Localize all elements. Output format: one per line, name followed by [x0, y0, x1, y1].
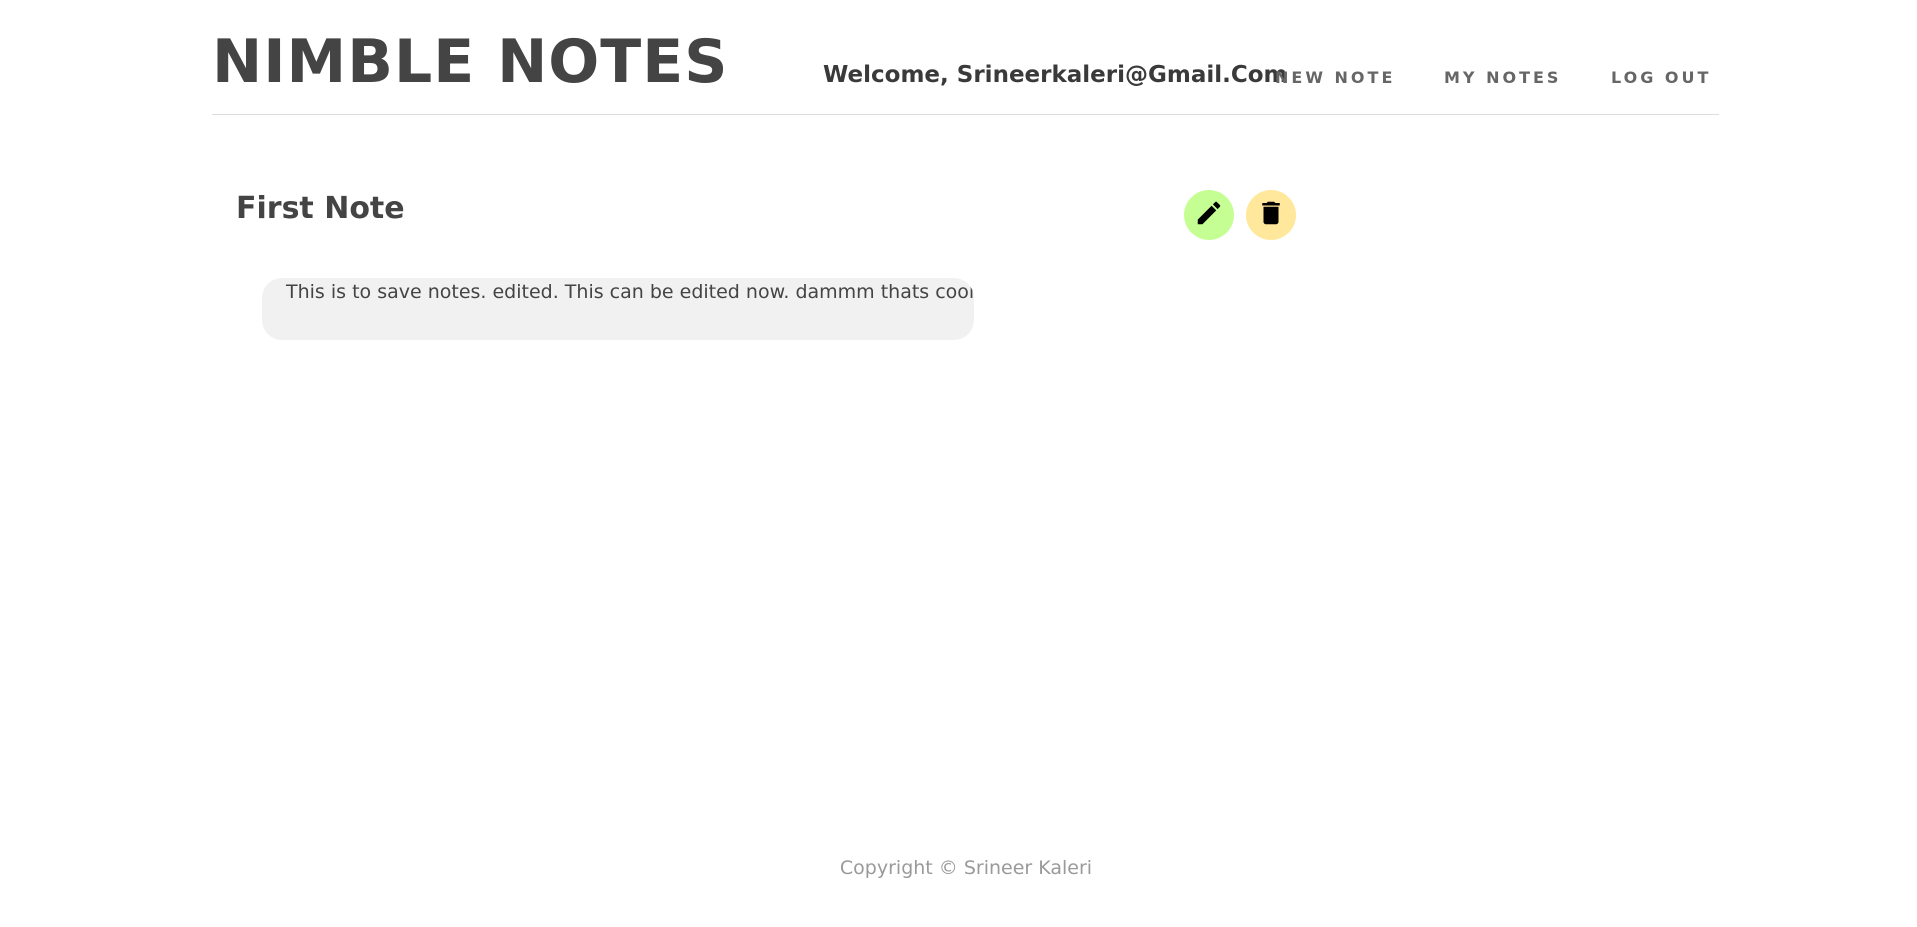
site-header: NIMBLE NOTES Welcome, Srineerkaleri@Gmai… — [212, 0, 1719, 115]
page: NIMBLE NOTES Welcome, Srineerkaleri@Gmai… — [0, 0, 1917, 927]
brand-logo[interactable]: NIMBLE NOTES — [212, 26, 728, 98]
nav-log-out[interactable]: LOG OUT — [1611, 68, 1711, 88]
note-title: First Note — [236, 191, 405, 226]
edit-note-button[interactable] — [1184, 190, 1234, 240]
nav-new-note[interactable]: NEW NOTE — [1275, 68, 1395, 88]
pencil-icon — [1194, 198, 1224, 232]
welcome-message: Welcome, Srineerkaleri@Gmail.Com — [823, 62, 1288, 88]
footer-copyright: Copyright © Srineer Kaleri — [839, 857, 1093, 879]
note-body: This is to save notes. edited. This can … — [262, 278, 974, 340]
trash-icon — [1256, 198, 1286, 232]
nav-my-notes[interactable]: MY NOTES — [1444, 68, 1561, 88]
delete-note-button[interactable] — [1246, 190, 1296, 240]
